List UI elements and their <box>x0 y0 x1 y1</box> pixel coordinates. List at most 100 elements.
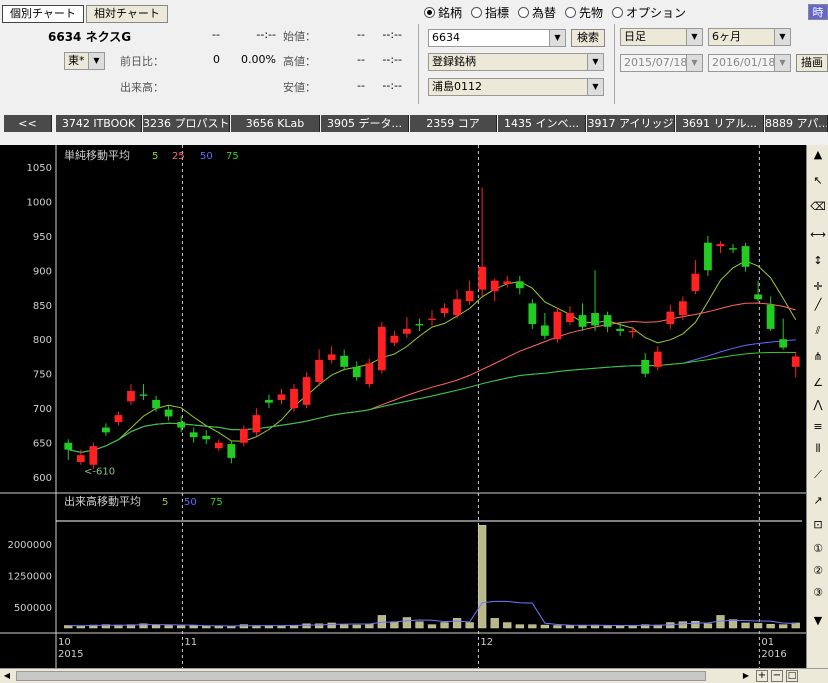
candle-body <box>766 304 775 329</box>
ticker-tab[interactable]: 2359 コア <box>410 115 497 132</box>
x-month-label: 12 <box>480 637 493 648</box>
candle-body <box>465 290 474 302</box>
ticker-tab[interactable]: 3917 アイリッジ <box>587 115 675 132</box>
draw-button[interactable]: 描画 <box>796 54 828 72</box>
chart-svg: 6006507007508008509009501000105050000012… <box>0 145 806 668</box>
registered-select[interactable]: 登録銘柄 ▼ <box>428 53 604 71</box>
candle-body <box>603 315 612 327</box>
candle-body <box>302 377 311 405</box>
angle-line-icon[interactable]: ∠ <box>810 375 826 391</box>
candle-body <box>102 427 110 433</box>
watchlist-select[interactable]: 浦島0112 ▼ <box>428 78 604 96</box>
radio-futures[interactable]: 先物 <box>565 4 603 21</box>
quote-label-change: 前日比： <box>120 55 164 68</box>
candle-body <box>214 442 223 449</box>
volume-bar <box>753 623 763 629</box>
volume-bar <box>678 621 687 629</box>
radio-index-label: 指標 <box>485 6 510 20</box>
ticker-tab[interactable]: 3742 ITBOOK <box>56 115 142 132</box>
zoom-reset-icon[interactable]: □ <box>786 670 798 682</box>
tab-relative-chart[interactable]: 相対チャート <box>86 5 168 23</box>
period-type-select[interactable]: 日足 ▼ <box>620 28 703 46</box>
ticker-tab[interactable]: 3691 リアル... <box>676 115 764 132</box>
regression-icon[interactable]: ⟋ <box>810 467 826 483</box>
volume-bar <box>741 622 750 629</box>
tab-individual-chart[interactable]: 個別チャート <box>2 5 84 23</box>
cycle-lines-icon[interactable]: ⦀ <box>810 441 826 457</box>
candle-body <box>64 442 73 450</box>
eraser-icon[interactable]: ⌫ <box>810 199 826 215</box>
radio-index[interactable]: 指標 <box>471 4 509 21</box>
volume-bar <box>239 624 249 629</box>
volume-bar <box>779 624 788 629</box>
volume-bar <box>503 622 512 629</box>
cursor-icon[interactable]: ↖ <box>810 173 826 189</box>
search-button[interactable]: 検索 <box>571 29 605 47</box>
price-panel-title: 単純移動平均 <box>64 148 130 162</box>
candle-body <box>177 422 186 428</box>
zoom-out-icon[interactable]: − <box>771 670 783 682</box>
vertical-divider-2 <box>614 24 615 104</box>
volume-bar <box>691 621 700 629</box>
scroll-thumb[interactable] <box>16 671 706 681</box>
fibonacci-icon[interactable]: ≡ <box>810 419 826 435</box>
scroll-up-icon[interactable]: ▲ <box>810 147 826 163</box>
parallel-line-icon[interactable]: ⫽ <box>810 323 826 339</box>
trend-line-icon[interactable]: ╱ <box>810 297 826 313</box>
gann-fan-icon[interactable]: ⋀ <box>810 397 826 413</box>
radio-off-icon <box>471 7 482 18</box>
drawing-toolbar: ▲ ↖ ⌫ ⟷ ↕ ✛ ╱ ⫽ ⋔ ∠ ⋀ ≡ ⦀ ⟋ ↗ ⊡ ① ② ③ ▼ <box>806 145 828 668</box>
candle-body <box>616 328 625 331</box>
corner-button[interactable]: 時 <box>808 4 828 20</box>
volume-bar <box>766 623 775 629</box>
volume-bar <box>703 623 713 629</box>
symbol-input[interactable]: 6634 ▼ <box>428 29 566 47</box>
candle-body <box>202 435 211 440</box>
cross-line-icon[interactable]: ✛ <box>810 279 826 295</box>
candle-body <box>152 399 160 409</box>
date-to-select[interactable]: 2016/01/18 ▼ <box>708 54 791 72</box>
price-tick-label: 850 <box>33 301 52 312</box>
candle-body <box>415 324 424 326</box>
candle-body <box>478 266 487 290</box>
zoom-in-icon[interactable]: + <box>756 670 768 682</box>
candle-body <box>791 356 800 367</box>
radio-stock[interactable]: 銘柄 <box>424 4 462 21</box>
measure-icon[interactable]: ⊡ <box>810 517 826 533</box>
ticker-tab[interactable]: 8889 アパ... <box>765 115 828 132</box>
arrow-line-icon[interactable]: ↗ <box>810 493 826 509</box>
ticker-tab[interactable]: 3236 プロパスト <box>143 115 230 132</box>
box-two-icon[interactable]: ② <box>810 563 826 579</box>
candle-body <box>628 330 637 333</box>
period-span-select[interactable]: 6ヶ月 ▼ <box>708 28 791 46</box>
radio-off-icon <box>518 7 529 18</box>
symbol-input-value: 6634 <box>432 31 460 44</box>
fan-line-icon[interactable]: ⋔ <box>810 349 826 365</box>
vertical-line-icon[interactable]: ↕ <box>810 253 826 269</box>
ticker-tab[interactable]: 3656 KLab <box>231 115 320 132</box>
scroll-down-icon[interactable]: ▼ <box>810 613 826 629</box>
box-one-icon[interactable]: ① <box>810 541 826 557</box>
ticker-tab-prev[interactable]: << <box>4 115 52 132</box>
volume-ma-legend-label: 75 <box>210 497 223 508</box>
candle-body <box>716 244 725 247</box>
ticker-tab[interactable]: 1435 インベ... <box>498 115 586 132</box>
horizontal-line-icon[interactable]: ⟷ <box>810 227 826 243</box>
price-tick-label: 750 <box>33 370 52 381</box>
chart-area[interactable]: 600 650 700 750 800 850 900 950 1000 1050 500000 12… <box>0 145 806 668</box>
candle-body <box>227 444 236 458</box>
price-tick-label: 950 <box>33 232 52 243</box>
candle-body <box>666 311 675 325</box>
radio-forex[interactable]: 為替 <box>518 4 556 21</box>
scroll-left-icon[interactable]: ◀ <box>1 670 13 682</box>
scroll-right-icon[interactable]: ▶ <box>740 670 752 682</box>
ticker-tab[interactable]: 3905 データ... <box>321 115 409 132</box>
radio-options[interactable]: オプション <box>612 4 686 21</box>
chevron-down-icon: ▼ <box>549 30 565 46</box>
date-from-select[interactable]: 2015/07/18 ▼ <box>620 54 703 72</box>
radio-forex-label: 為替 <box>532 6 557 20</box>
market-select[interactable]: 東* ▼ <box>64 52 105 70</box>
box-three-icon[interactable]: ③ <box>810 585 826 601</box>
chevron-down-icon: ▼ <box>686 29 702 45</box>
horizontal-scrollbar[interactable]: ◀ ▶ + − □ <box>0 668 828 683</box>
